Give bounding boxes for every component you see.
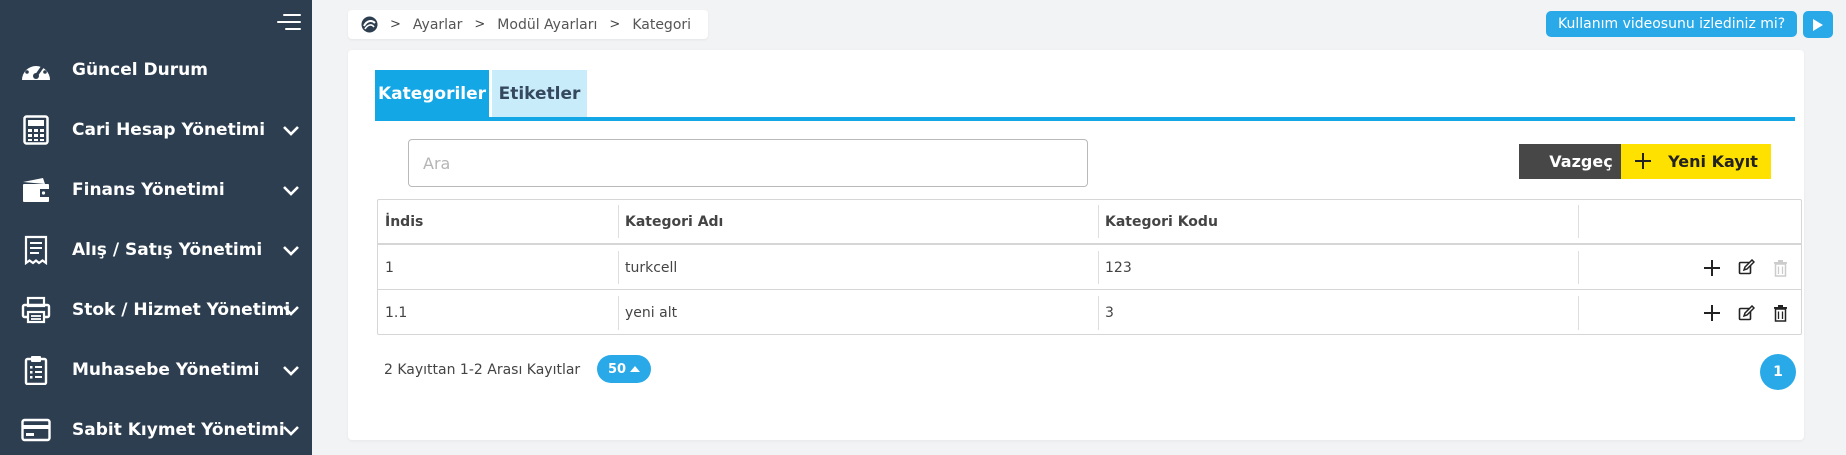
menu-toggle-icon[interactable] bbox=[277, 12, 301, 32]
cell-actions bbox=[1578, 246, 1801, 289]
sidebar-item-muhasebe[interactable]: Muhasebe Yönetimi bbox=[0, 340, 312, 400]
add-subcategory-plus-icon[interactable] bbox=[1701, 257, 1723, 279]
category-table: İndis Kategori Adı Kategori Kodu 1 turkc… bbox=[377, 199, 1802, 335]
delete-trash-icon bbox=[1769, 257, 1791, 279]
edit-icon[interactable] bbox=[1735, 302, 1757, 324]
delete-trash-icon[interactable] bbox=[1769, 302, 1791, 324]
tab-kategoriler[interactable]: Kategoriler bbox=[375, 70, 489, 118]
pagination-page-1[interactable]: 1 bbox=[1760, 354, 1796, 390]
cell-index: 1.1 bbox=[385, 305, 408, 321]
dashboard-gauge-icon bbox=[20, 54, 52, 86]
edit-icon[interactable] bbox=[1735, 257, 1757, 279]
credit-card-icon bbox=[20, 414, 52, 446]
cell-actions bbox=[1578, 291, 1801, 335]
chevron-down-icon bbox=[283, 186, 299, 196]
breadcrumb-item-ayarlar[interactable]: Ayarlar bbox=[413, 17, 462, 33]
sidebar-item-alis-satis[interactable]: Alış / Satış Yönetimi bbox=[0, 220, 312, 280]
breadcrumb-item-kategori: Kategori bbox=[632, 16, 692, 33]
breadcrumb-item-modul-ayarlari[interactable]: Modül Ayarları bbox=[497, 17, 597, 33]
caret-up-icon bbox=[630, 366, 641, 372]
chevron-down-icon bbox=[283, 426, 299, 436]
clipboard-icon bbox=[20, 354, 52, 386]
tab-bar: Kategoriler Etiketler bbox=[375, 70, 1795, 121]
video-help-button[interactable]: Kullanım videosunu izlediniz mi? bbox=[1546, 11, 1798, 37]
add-subcategory-plus-icon[interactable] bbox=[1701, 302, 1723, 324]
column-header-indis[interactable]: İndis bbox=[378, 200, 618, 243]
new-record-label: Yeni Kayıt bbox=[1668, 152, 1758, 171]
table-row[interactable]: 1 turkcell 123 bbox=[378, 246, 1801, 290]
new-record-button[interactable]: Yeni Kayıt bbox=[1621, 144, 1771, 179]
printer-icon bbox=[20, 294, 52, 326]
cell-code: 3 bbox=[1098, 291, 1578, 335]
sidebar-item-label: Finans Yönetimi bbox=[72, 180, 225, 200]
page-size-select[interactable]: 50 bbox=[597, 355, 651, 383]
table-header-row: İndis Kategori Adı Kategori Kodu bbox=[378, 200, 1801, 245]
chevron-down-icon bbox=[283, 306, 299, 316]
record-summary: 2 Kayıttan 1-2 Arası Kayıtlar bbox=[384, 362, 581, 378]
receipt-icon bbox=[20, 234, 52, 266]
calculator-icon bbox=[20, 114, 52, 146]
chevron-down-icon bbox=[283, 366, 299, 376]
turkcell-logo-icon[interactable] bbox=[361, 16, 378, 33]
breadcrumb-separator-icon: > bbox=[474, 17, 486, 32]
sidebar-item-stok-hizmet[interactable]: Stok / Hizmet Yönetimi bbox=[0, 280, 312, 340]
column-header-kategori-adi[interactable]: Kategori Adı bbox=[618, 200, 1098, 243]
sidebar-item-label: Muhasebe Yönetimi bbox=[72, 360, 260, 380]
wallet-icon bbox=[20, 174, 52, 206]
page-size-value: 50 bbox=[607, 361, 627, 377]
play-icon[interactable] bbox=[1803, 11, 1833, 38]
breadcrumb: > Ayarlar > Modül Ayarları > Kategori bbox=[348, 10, 708, 39]
sidebar-item-finans[interactable]: Finans Yönetimi bbox=[0, 160, 312, 220]
chevron-down-icon bbox=[283, 246, 299, 256]
sidebar-item-label: Cari Hesap Yönetimi bbox=[72, 120, 266, 140]
sidebar-item-cari-hesap[interactable]: Cari Hesap Yönetimi bbox=[0, 100, 312, 160]
cell-index: 1 bbox=[385, 259, 394, 276]
column-header-kategori-kodu[interactable]: Kategori Kodu bbox=[1098, 200, 1578, 243]
sidebar: Güncel Durum Cari Hesap Yönetimi Finans … bbox=[0, 0, 312, 455]
cell-name: yeni alt bbox=[618, 291, 1098, 335]
cell-code: 123 bbox=[1098, 246, 1578, 289]
sidebar-item-sabit-kiymet[interactable]: Sabit Kıymet Yönetimi bbox=[0, 400, 312, 455]
breadcrumb-separator-icon: > bbox=[390, 17, 401, 32]
plus-icon bbox=[1634, 150, 1652, 174]
sidebar-item-label: Sabit Kıymet Yönetimi bbox=[72, 420, 285, 440]
sidebar-item-label: Stok / Hizmet Yönetimi bbox=[72, 300, 291, 320]
search-input[interactable] bbox=[408, 139, 1088, 187]
chevron-down-icon bbox=[283, 126, 299, 136]
cell-name: turkcell bbox=[618, 246, 1098, 289]
sidebar-item-label: Güncel Durum bbox=[72, 60, 208, 80]
sidebar-item-label: Alış / Satış Yönetimi bbox=[72, 240, 263, 260]
sidebar-item-guncel-durum[interactable]: Güncel Durum bbox=[0, 40, 312, 100]
tab-etiketler[interactable]: Etiketler bbox=[492, 70, 587, 118]
tab-underline bbox=[375, 117, 1795, 121]
breadcrumb-separator-icon: > bbox=[609, 17, 621, 32]
table-row[interactable]: 1.1 yeni alt 3 bbox=[378, 291, 1801, 335]
column-header-actions bbox=[1578, 200, 1801, 243]
main-card: Kategoriler Etiketler Vazgeç Yeni Kayıt … bbox=[348, 50, 1804, 440]
